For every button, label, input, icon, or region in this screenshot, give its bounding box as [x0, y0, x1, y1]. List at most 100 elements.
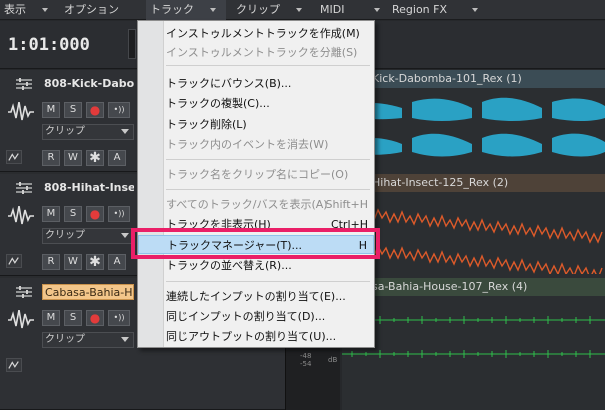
menu-region-fx[interactable]: Region FX — [388, 0, 480, 20]
input-echo-button[interactable]: •)) — [108, 310, 130, 326]
input-echo-button[interactable]: •)) — [108, 206, 130, 222]
track-name[interactable]: Cabasa-Bahia-House-107_Rex — [42, 284, 134, 300]
snap-button[interactable]: ✱ — [86, 150, 104, 166]
menu-track[interactable]: トラック — [146, 0, 226, 20]
clip-view: Kick-Dabomba-101_Rex (1) Hihat-Insect-12… — [342, 70, 605, 410]
menu-item-label: すべてのトラック/バスを表示(A) — [166, 198, 328, 211]
clip-waveform — [342, 316, 605, 358]
menu-item-assign-sequential-inputs[interactable]: 連続したインプットの割り当て(E)... — [138, 287, 374, 306]
input-echo-button[interactable]: •)) — [108, 102, 130, 118]
menu-item-split-instrument-track[interactable]: インストゥルメントトラックを分離(S) — [138, 43, 374, 62]
menu-item-label: トラック削除(L) — [166, 118, 247, 131]
menu-item-shortcut: Shift+H — [325, 198, 369, 211]
automation-lane-icon[interactable] — [6, 254, 22, 268]
audio-waveform-icon — [8, 206, 34, 225]
menu-item-assign-same-output[interactable]: 同じアウトプットの割り当て(U)... — [138, 327, 374, 346]
record-arm-button[interactable]: ● — [86, 310, 104, 326]
mute-button[interactable]: M — [42, 206, 60, 222]
menu-item-label: 同じインプットの割り当て(D)... — [166, 310, 326, 323]
audio-clip[interactable]: sa-Bahia-House-107_Rex (4) — [342, 278, 605, 378]
menu-separator — [166, 189, 370, 190]
menu-clip-label: クリップ — [236, 3, 280, 16]
transport-divider — [128, 29, 136, 59]
solo-button[interactable]: S — [64, 310, 82, 326]
menu-item-label: インストゥルメントトラックを作成(M) — [166, 27, 360, 40]
menu-item-assign-same-input[interactable]: 同じインプットの割り当て(D)... — [138, 307, 374, 326]
snap-button[interactable]: ✱ — [86, 254, 104, 270]
track-eq-icon[interactable] — [16, 78, 32, 90]
audio-waveform-icon — [8, 102, 34, 121]
input-select[interactable]: クリップ — [42, 332, 134, 348]
mute-button[interactable]: M — [42, 310, 60, 326]
menu-clip[interactable]: クリップ — [232, 0, 310, 20]
menu-item-label: 連続したインプットの割り当て(E)... — [166, 290, 346, 303]
chevron-down-icon — [42, 8, 48, 12]
menu-view[interactable]: 表示 — [0, 0, 52, 20]
input-select-value: クリップ — [45, 126, 85, 137]
audio-clip[interactable]: Kick-Dabomba-101_Rex (1) — [342, 70, 605, 170]
automation-lane-icon[interactable] — [6, 358, 22, 372]
audio-waveform-icon — [8, 310, 34, 329]
menu-item-clone-track[interactable]: トラックの複製(C)... — [138, 94, 374, 113]
menubar: 表示 オプション トラック クリップ MIDI Region FX — [0, 0, 605, 20]
track-menu: インストゥルメントトラックを作成(M) インストゥルメントトラックを分離(S) … — [137, 20, 375, 348]
clip-waveform — [342, 97, 605, 157]
track-eq-icon[interactable] — [16, 286, 32, 298]
menu-midi-label: MIDI — [320, 3, 345, 16]
menu-view-label: 表示 — [4, 3, 26, 16]
menu-separator — [166, 281, 370, 282]
chevron-down-icon — [472, 8, 478, 12]
track-name[interactable]: 808-Hihat-Insect-125_Rex — [42, 180, 134, 196]
automation-button[interactable]: A — [108, 254, 126, 270]
solo-button[interactable]: S — [64, 102, 82, 118]
menu-item-label: インストゥルメントトラックを分離(S) — [166, 46, 358, 59]
menu-item-create-instrument-track[interactable]: インストゥルメントトラックを作成(M) — [138, 24, 374, 43]
menu-item-bounce-to-track[interactable]: トラックにバウンス(B)... — [138, 74, 374, 93]
menu-item-label: 同じアウトプットの割り当て(U)... — [166, 330, 337, 343]
clip-title: sa-Bahia-House-107_Rex (4) — [342, 278, 605, 296]
solo-button[interactable]: S — [64, 206, 82, 222]
clip-waveform — [342, 206, 603, 274]
clip-title: Hihat-Insect-125_Rex (2) — [342, 174, 605, 192]
menu-options[interactable]: オプション — [60, 0, 194, 20]
clip-title: Kick-Dabomba-101_Rex (1) — [342, 70, 605, 88]
record-arm-button[interactable]: ● — [86, 206, 104, 222]
read-automation-button[interactable]: R — [42, 254, 60, 270]
chevron-down-icon — [121, 337, 129, 342]
read-automation-button[interactable]: R — [42, 150, 60, 166]
menu-options-label: オプション — [64, 3, 119, 16]
meter-tick-label: -54 — [300, 360, 312, 368]
automation-lane-icon[interactable] — [6, 150, 22, 164]
time-display[interactable]: 1:01:000 — [8, 35, 90, 55]
audio-clip[interactable]: Hihat-Insect-125_Rex (2) — [342, 174, 605, 274]
menu-item-label: トラックの複製(C)... — [166, 97, 270, 110]
input-select-value: クリップ — [45, 334, 85, 345]
menu-item-wipe-track-events[interactable]: トラック内のイベントを消去(W) — [138, 135, 374, 154]
menu-midi[interactable]: MIDI — [316, 0, 386, 20]
highlight-callout — [131, 228, 380, 259]
meter-unit-label: dB — [328, 356, 338, 364]
record-arm-button[interactable]: ● — [86, 102, 104, 118]
menu-item-delete-track[interactable]: トラック削除(L) — [138, 115, 374, 134]
menu-item-label: トラック名をクリップ名にコピー(O) — [166, 168, 349, 181]
track-name[interactable]: 808-Kick-Dabomba-101_Rex — [42, 76, 134, 92]
mute-button[interactable]: M — [42, 102, 60, 118]
track-eq-icon[interactable] — [16, 182, 32, 194]
automation-button[interactable]: A — [108, 150, 126, 166]
input-select[interactable]: クリップ — [42, 228, 134, 244]
write-automation-button[interactable]: W — [64, 254, 82, 270]
write-automation-button[interactable]: W — [64, 150, 82, 166]
menu-item-label: トラックの並べ替え(R)... — [166, 259, 292, 272]
chevron-down-icon — [374, 8, 380, 12]
chevron-down-icon — [121, 233, 129, 238]
menu-item-copy-track-name-to-clip[interactable]: トラック名をクリップ名にコピー(O) — [138, 165, 374, 184]
input-select[interactable]: クリップ — [42, 124, 134, 140]
menu-track-label: トラック — [150, 3, 194, 16]
chevron-down-icon — [121, 129, 129, 134]
menu-item-label: トラックにバウンス(B)... — [166, 77, 292, 90]
menu-item-show-all-tracks[interactable]: すべてのトラック/バスを表示(A) Shift+H — [138, 195, 374, 214]
menu-separator — [166, 65, 370, 66]
chevron-down-icon — [296, 8, 302, 12]
menu-region-fx-label: Region FX — [392, 3, 448, 16]
menu-separator — [166, 159, 370, 160]
